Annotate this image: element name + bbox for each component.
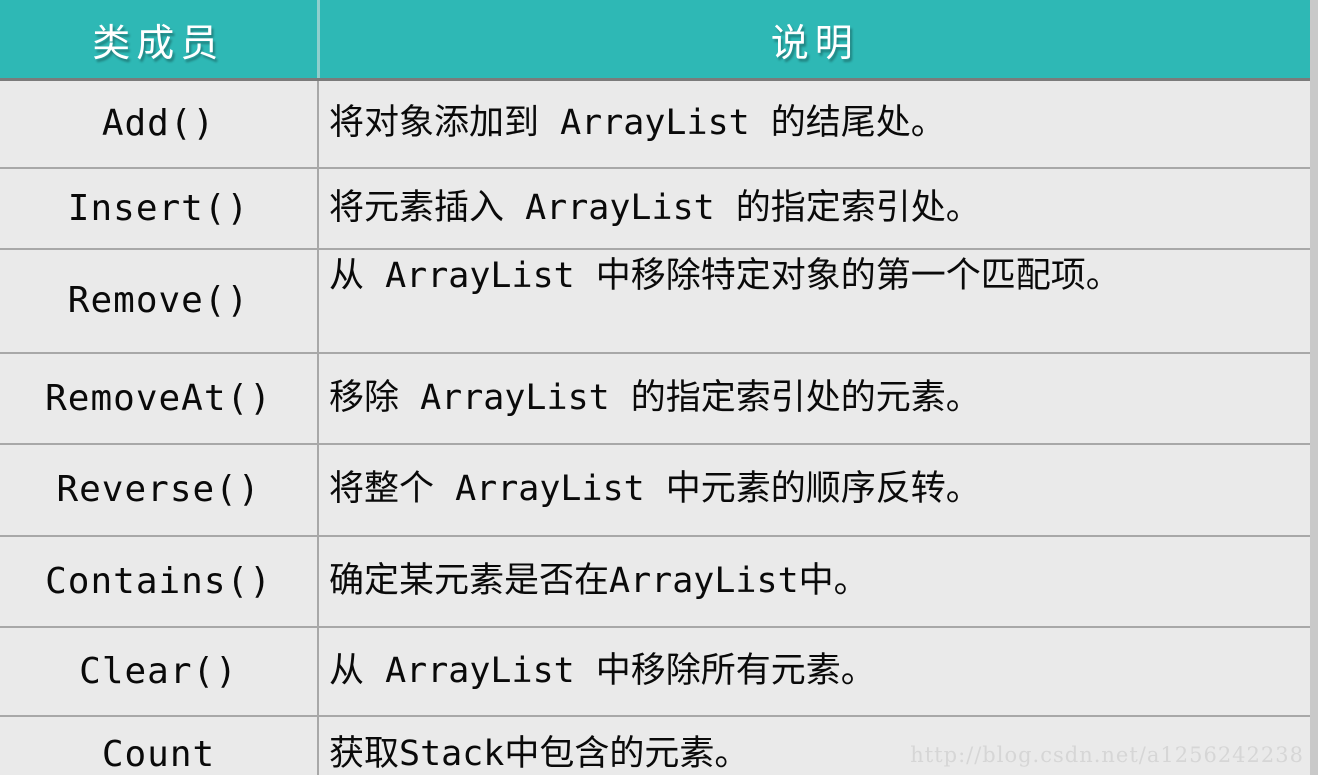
member-cell: Add() [0,79,319,169]
table-row: Contains() 确定某元素是否在ArrayList中。 [0,536,1310,628]
member-description: 将整个 ArrayList 中元素的顺序反转。 [329,469,981,510]
member-cell: Clear() [0,627,319,717]
member-name: Remove() [67,280,250,322]
member-cell: RemoveAt() [0,353,319,445]
member-cell: Insert() [0,168,319,250]
member-cell: Remove() [0,249,319,354]
member-name: Insert() [67,187,250,229]
member-description: 将对象添加到 ArrayList 的结尾处。 [329,103,946,144]
description-cell: 确定某元素是否在ArrayList中。 [318,536,1310,628]
page-root: 类成员 说明 Add() 将对象添加到 ArrayList 的结尾处。 Inse… [0,0,1318,775]
table-row: Add() 将对象添加到 ArrayList 的结尾处。 [0,79,1310,169]
member-description: 从 ArrayList 中移除特定对象的第一个匹配项。 [329,256,1121,296]
table-row: Count 获取Stack中包含的元素。 [0,716,1310,775]
arraylist-members-table: 类成员 说明 Add() 将对象添加到 ArrayList 的结尾处。 Inse… [0,0,1310,775]
description-cell: 将对象添加到 ArrayList 的结尾处。 [318,79,1310,169]
table-row: Insert() 将元素插入 ArrayList 的指定索引处。 [0,168,1310,250]
description-cell: 获取Stack中包含的元素。 [318,716,1310,775]
member-name: Contains() [45,560,272,602]
table-header: 类成员 说明 [0,0,1310,81]
table-row: RemoveAt() 移除 ArrayList 的指定索引处的元素。 [0,353,1310,445]
header-row: 类成员 说明 [0,0,1310,81]
description-cell: 从 ArrayList 中移除特定对象的第一个匹配项。 [318,249,1310,354]
description-cell: 将元素插入 ArrayList 的指定索引处。 [318,168,1310,250]
table-row: Reverse() 将整个 ArrayList 中元素的顺序反转。 [0,444,1310,537]
member-description: 将元素插入 ArrayList 的指定索引处。 [329,187,981,228]
member-name: Count [101,733,216,775]
member-name: Reverse() [56,469,261,511]
description-cell: 将整个 ArrayList 中元素的顺序反转。 [318,444,1310,537]
member-name: Clear() [79,650,238,692]
member-cell: Count [0,716,319,775]
table-row: Remove() 从 ArrayList 中移除特定对象的第一个匹配项。 [0,249,1310,354]
member-name: RemoveAt() [45,377,272,419]
column-header-description: 说明 [318,0,1310,81]
description-cell: 从 ArrayList 中移除所有元素。 [318,627,1310,717]
member-description: 获取Stack中包含的元素。 [329,733,750,774]
member-name: Add() [101,103,216,145]
column-header-member: 类成员 [0,0,320,81]
member-cell: Contains() [0,536,319,628]
table-row: Clear() 从 ArrayList 中移除所有元素。 [0,627,1310,717]
member-cell: Reverse() [0,444,319,537]
member-description: 从 ArrayList 中移除所有元素。 [329,650,876,691]
member-description: 移除 ArrayList 的指定索引处的元素。 [329,377,981,418]
member-description: 确定某元素是否在ArrayList中。 [329,560,869,601]
table-body: Add() 将对象添加到 ArrayList 的结尾处。 Insert() 将元… [0,79,1310,775]
description-cell: 移除 ArrayList 的指定索引处的元素。 [318,353,1310,445]
page-right-gutter [1310,0,1318,775]
member-table-container: 类成员 说明 Add() 将对象添加到 ArrayList 的结尾处。 Inse… [0,0,1310,775]
